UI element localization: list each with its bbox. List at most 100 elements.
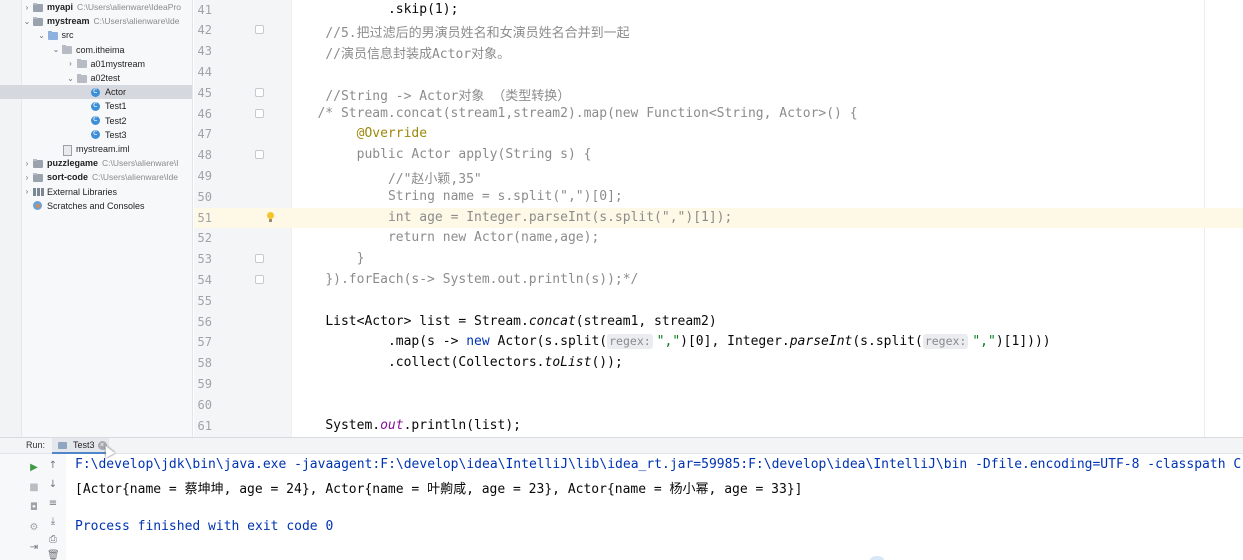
chevron-down-icon[interactable]: ⌄ (51, 45, 61, 54)
print-icon[interactable]: ⎙ (47, 534, 59, 546)
tree-item[interactable]: ⌄ src (0, 28, 192, 42)
tree-item[interactable]: Test2 (0, 114, 192, 128)
code-line[interactable]: 55 (194, 291, 1243, 312)
chevron-right-icon[interactable]: › (22, 187, 32, 196)
code-token: int age = Integer.parseInt(s.split(",")[… (387, 209, 733, 225)
code-token: @Override (356, 126, 428, 142)
console-indicator (870, 556, 884, 560)
tree-item[interactable]: mystream.iml (0, 142, 192, 156)
code-line[interactable]: 52 return new Actor(name,age); (194, 228, 1243, 249)
chevron-right-icon[interactable]: › (22, 3, 32, 12)
line-number: 47 (197, 127, 212, 142)
tree-item[interactable]: Test1 (0, 99, 192, 113)
package-icon (61, 44, 73, 55)
line-number: 46 (197, 106, 212, 121)
tree-item[interactable]: ⌄ com.itheima (0, 43, 192, 57)
module-folder-icon (32, 158, 44, 169)
trash-icon[interactable]: 🗑 (47, 550, 60, 560)
code-text: .map(s -> new Actor(s.split(regex: ",")[0… (388, 334, 1051, 350)
code-token: toList (544, 355, 592, 371)
module-folder-icon (32, 16, 44, 27)
code-line[interactable]: 60 (194, 395, 1243, 416)
chevron-right-icon[interactable]: › (66, 59, 76, 68)
rerun-icon[interactable]: ▶ (28, 462, 40, 474)
code-line[interactable]: 57 .map(s -> new Actor(s.split(regex: ",")… (194, 332, 1243, 353)
tree-item-label: a02test (90, 73, 121, 83)
code-token: )[0], Integer. (680, 334, 790, 350)
code-token: /* Stream.concat(stream1,stream2).map(ne… (317, 105, 858, 121)
scroll-down-icon[interactable]: ↓ (47, 479, 59, 491)
line-number: 45 (197, 85, 212, 100)
chevron-right-icon[interactable]: › (22, 159, 32, 168)
code-text: //"赵小颖,35" (388, 168, 482, 187)
code-token: ()); (591, 355, 623, 371)
code-token: public Actor apply(String s) { (356, 147, 592, 163)
code-line[interactable]: 42 //5.把过滤后的男演员姓名和女演员姓名合并到一起 (194, 20, 1243, 41)
chevron-right-icon[interactable]: › (22, 173, 32, 182)
console-command-line: F:\develop\jdk\bin\java.exe -javaagent:F… (75, 457, 1242, 472)
run-console[interactable]: F:\develop\jdk\bin\java.exe -javaagent:F… (66, 454, 1243, 560)
scratches-icon (32, 200, 44, 211)
chevron-down-icon[interactable]: ⌄ (37, 31, 47, 40)
scroll-up-icon[interactable]: ↑ (47, 460, 59, 472)
tree-item[interactable]: › puzzlegame C:\Users\alienware\I (0, 156, 192, 170)
code-line[interactable]: 61 System.out.println(list); (194, 416, 1243, 437)
fold-marker-icon[interactable] (255, 108, 264, 118)
code-line[interactable]: 54}).forEach(s-> System.out.println(s));… (194, 270, 1243, 291)
scroll-to-end-icon[interactable]: ⤓ (47, 516, 59, 528)
fold-marker-icon[interactable] (255, 25, 264, 35)
code-line[interactable]: 45 //String -> Actor对象 （类型转换） (194, 83, 1243, 104)
tree-item[interactable]: › myapi C:\Users\alienware\IdeaPro (0, 0, 192, 14)
tree-item-label: myapi (47, 2, 74, 12)
run-tab-label: Test3 (73, 440, 95, 450)
code-line[interactable]: 56 List<Actor> list = Stream.concat(strea… (194, 312, 1243, 333)
tree-item[interactable]: Test3 (0, 128, 192, 142)
code-line[interactable]: 47 @Override (194, 124, 1243, 145)
tree-item[interactable]: › External Libraries (0, 185, 192, 199)
stop-icon[interactable]: ■ (28, 482, 40, 494)
code-token: //5.把过滤后的男演员姓名和女演员姓名合并到一起 (325, 26, 630, 42)
chevron-down-icon[interactable]: ⌄ (66, 74, 76, 83)
code-token: .skip(1); (387, 1, 459, 17)
code-line[interactable]: 46 /* Stream.concat(stream1,stream2).map(… (194, 104, 1243, 125)
fold-marker-icon[interactable] (255, 274, 264, 284)
code-token: //String -> Actor对象 （类型转换） (325, 88, 571, 104)
run-tab-test3[interactable]: Test3 × (52, 438, 109, 454)
tree-item[interactable]: › a01mystream (0, 57, 192, 71)
code-token: concat (528, 313, 576, 329)
code-text: public Actor apply(String s) { (357, 147, 592, 162)
tree-item[interactable]: › sort-code C:\Users\alienware\Ide (0, 170, 192, 184)
code-line[interactable]: 41 .skip(1); (194, 0, 1243, 20)
code-line[interactable]: 59 (194, 374, 1243, 395)
code-token: System. (325, 417, 381, 433)
code-text: int age = Integer.parseInt(s.split(",")[… (388, 210, 732, 225)
chevron-down-icon[interactable]: ⌄ (22, 17, 32, 26)
login-icon[interactable]: ⇥ (28, 542, 40, 554)
code-line[interactable]: 48 public Actor apply(String s) { (194, 145, 1243, 166)
code-line[interactable]: 58 .collect(Collectors.toList()); (194, 353, 1243, 374)
camera-icon[interactable]: ◘ (28, 502, 40, 514)
code-line[interactable]: 44 (194, 62, 1243, 83)
soft-wrap-icon[interactable]: ≡ (47, 498, 59, 510)
code-line[interactable]: 43 //演员信息封装成Actor对象。 (194, 41, 1243, 62)
tree-item[interactable]: ⌄ a02test (0, 71, 192, 85)
code-line[interactable]: 53} (194, 249, 1243, 270)
code-line[interactable]: 50 String name = s.split(",")[0]; (194, 187, 1243, 208)
fold-marker-icon[interactable] (255, 87, 264, 97)
code-line[interactable]: 49 //"赵小颖,35" (194, 166, 1243, 187)
code-line[interactable]: 51 int age = Integer.parseInt(s.split(","… (194, 207, 1243, 229)
intention-bulb-icon[interactable] (266, 211, 275, 223)
package-icon (76, 58, 88, 69)
fold-marker-icon[interactable] (255, 254, 264, 264)
fold-marker-icon[interactable] (255, 150, 264, 160)
code-token: "," (972, 334, 996, 350)
tree-item[interactable]: ⌄ mystream C:\Users\alienware\Ide (0, 14, 192, 28)
tree-item-label: com.itheima (76, 44, 125, 55)
code-token: (stream1, stream2) (575, 313, 717, 329)
tree-item[interactable]: Actor (0, 85, 192, 100)
tree-item[interactable]: Scratches and Consoles (0, 199, 192, 213)
settings-icon[interactable]: ⚙ (28, 522, 40, 534)
code-token: } (356, 251, 365, 267)
tree-item-label: a01mystream (90, 58, 146, 69)
code-editor[interactable]: 41 .skip(1); 42//5.把过滤后的男演员姓名和女演员姓名合并到一起 43… (194, 0, 1243, 437)
